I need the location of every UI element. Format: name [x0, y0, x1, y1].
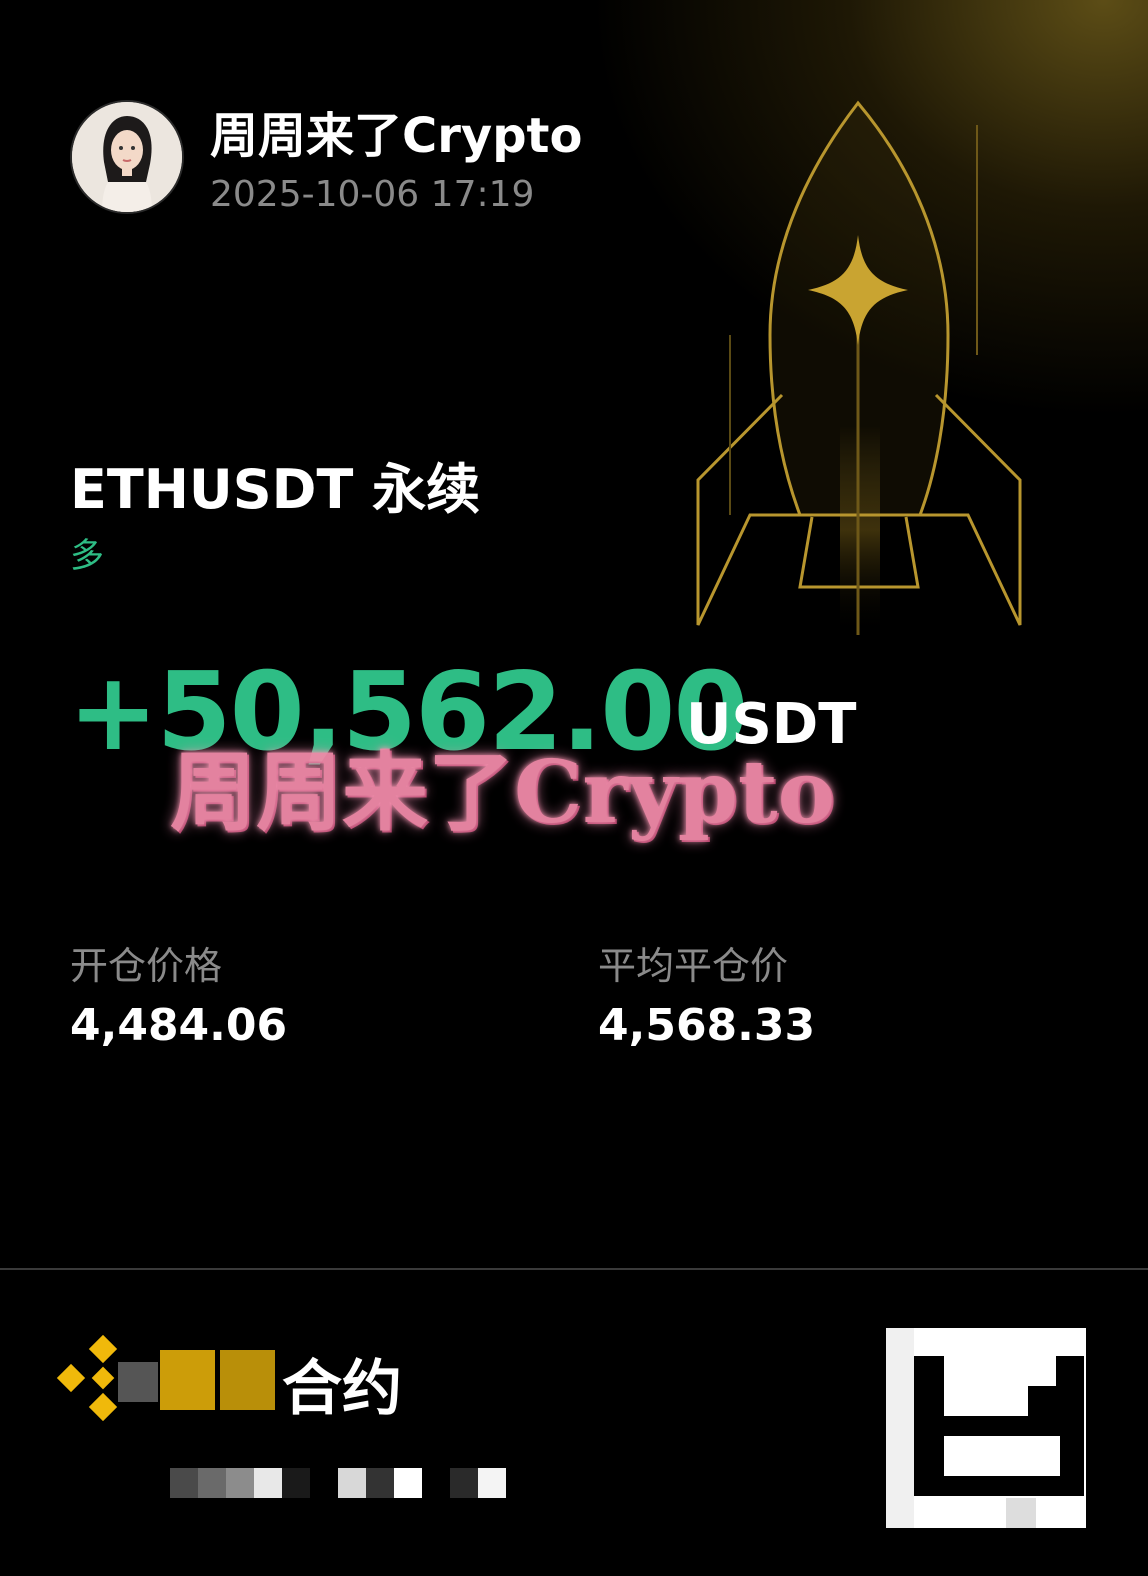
entry-price-value: 4,484.06 [70, 1000, 288, 1051]
username: 周周来了Crypto [210, 108, 583, 164]
close-price-label: 平均平仓价 [598, 944, 789, 988]
footer-divider [0, 1268, 1148, 1270]
post-timestamp: 2025-10-06 17:19 [210, 174, 535, 215]
censor-block [220, 1350, 275, 1410]
entry-price-label: 开仓价格 [70, 944, 223, 988]
avatar[interactable] [70, 100, 184, 214]
censor-block [160, 1350, 215, 1410]
censor-block [118, 1362, 158, 1402]
contract-symbol: ETHUSDT 永续 [70, 458, 481, 521]
rocket-icon [696, 100, 1022, 635]
close-price-value: 4,568.33 [598, 1000, 816, 1051]
brand-text: 合约 [282, 1354, 402, 1424]
qr-code-icon[interactable] [886, 1328, 1086, 1528]
position-side: 多 [70, 536, 104, 576]
watermark-text: 周周来了Crypto [170, 742, 835, 843]
censored-text [170, 1468, 506, 1498]
avatar-portrait-icon [72, 102, 182, 212]
qr-code-pattern-icon [886, 1328, 1086, 1528]
